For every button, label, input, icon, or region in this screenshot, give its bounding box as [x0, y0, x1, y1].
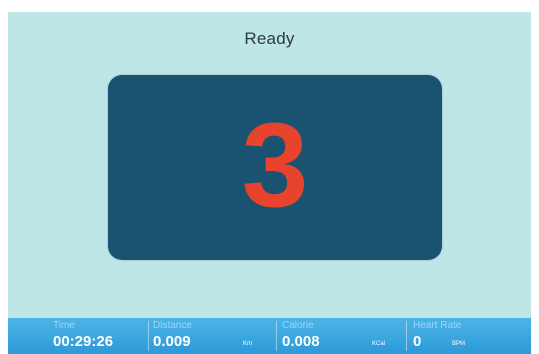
- stat-calorie-label: Calorie: [282, 320, 314, 331]
- status-bar: Time 00:29:26 Distance 0.009 Km Calorie …: [8, 318, 531, 354]
- stat-heart-rate-unit: BPM: [452, 341, 466, 347]
- stat-distance-label: Distance: [153, 320, 192, 331]
- stat-time: Time 00:29:26: [8, 318, 145, 354]
- stat-distance: Distance 0.009 Km: [149, 318, 275, 354]
- stat-distance-unit: Km: [243, 341, 252, 347]
- stat-heart-rate-label: Heart Rate: [413, 320, 462, 331]
- stat-heart-rate: Heart Rate 0 BPM: [407, 318, 531, 354]
- treadmill-screen: Ready 3 Time 00:29:26 Distance 0.009 Km …: [8, 12, 531, 354]
- page-title: Ready: [244, 29, 295, 48]
- stat-time-label: Time: [53, 320, 75, 331]
- stat-calorie: Calorie 0.008 KCal: [277, 318, 405, 354]
- stat-distance-value: 0.009: [153, 333, 191, 350]
- countdown-panel: 3: [108, 75, 442, 260]
- stat-calorie-unit: KCal: [372, 341, 386, 347]
- stat-heart-rate-value: 0: [413, 333, 422, 350]
- stat-calorie-value: 0.008: [282, 333, 320, 350]
- stat-time-value: 00:29:26: [53, 333, 114, 350]
- countdown-number: 3: [241, 98, 309, 232]
